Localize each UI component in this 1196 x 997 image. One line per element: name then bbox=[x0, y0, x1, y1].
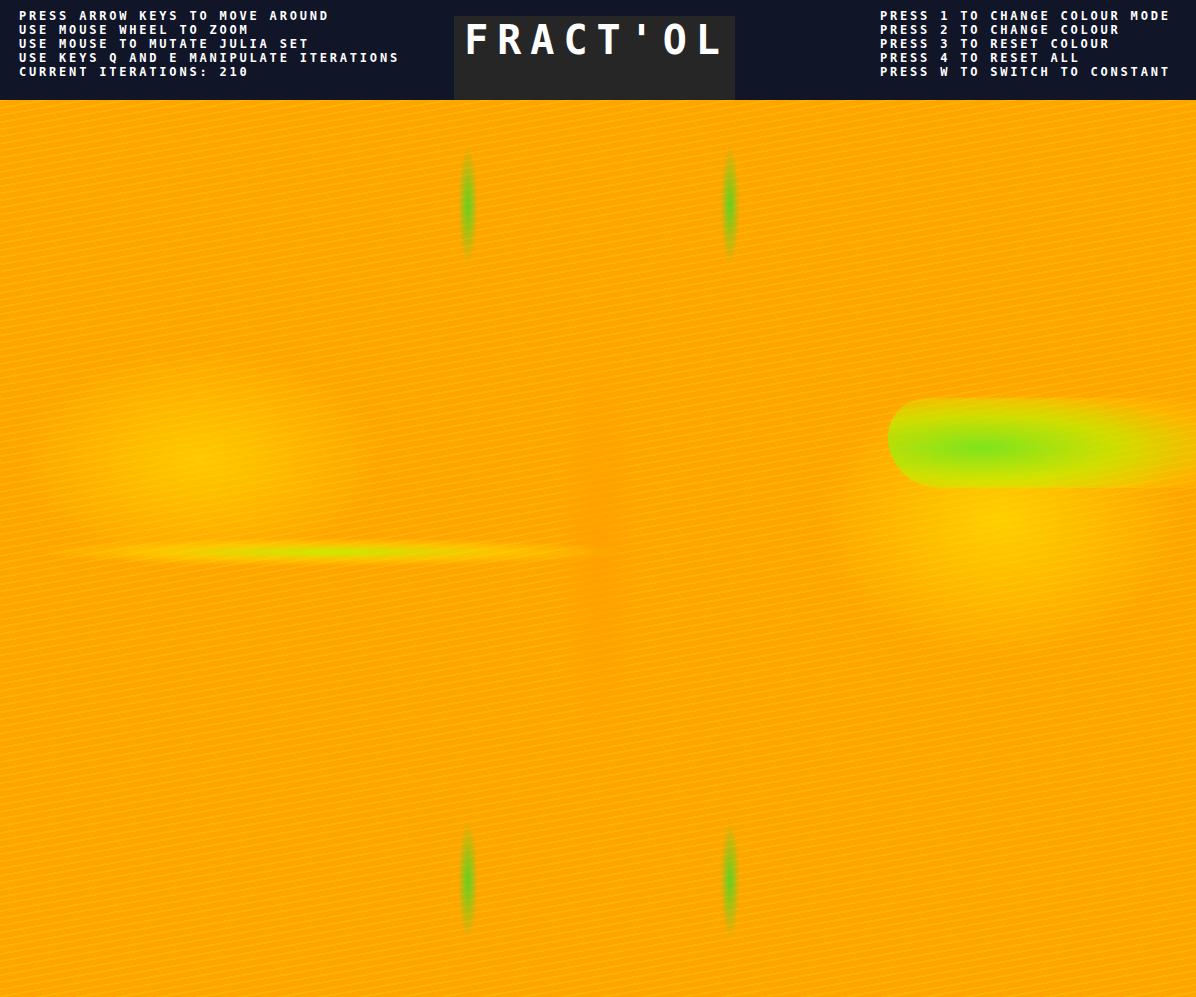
instruction-line: PRESS 3 TO RESET COLOUR bbox=[880, 37, 1170, 51]
logo-area: FRACT'OL bbox=[454, 9, 735, 100]
instruction-line: PRESS 2 TO CHANGE COLOUR bbox=[880, 23, 1170, 37]
instruction-line: PRESS 4 TO RESET ALL bbox=[880, 51, 1170, 65]
logo: FRACT'OL bbox=[454, 16, 735, 100]
header-bar: PRESS ARROW KEYS TO MOVE AROUNDUSE MOUSE… bbox=[0, 0, 1196, 100]
instruction-line: PRESS ARROW KEYS TO MOVE AROUND bbox=[19, 9, 454, 23]
instruction-line: PRESS 1 TO CHANGE COLOUR MODE bbox=[880, 9, 1170, 23]
instructions-right: PRESS 1 TO CHANGE COLOUR MODEPRESS 2 TO … bbox=[735, 9, 1170, 100]
instructions-left: PRESS ARROW KEYS TO MOVE AROUNDUSE MOUSE… bbox=[19, 9, 454, 100]
fractal-swirl bbox=[888, 398, 1196, 488]
fractal-canvas[interactable] bbox=[0, 100, 1196, 997]
instruction-line: USE MOUSE TO MUTATE JULIA SET bbox=[19, 37, 454, 51]
instruction-line: CURRENT ITERATIONS: 210 bbox=[19, 65, 454, 79]
instruction-line: PRESS W TO SWITCH TO CONSTANT bbox=[880, 65, 1170, 79]
instruction-line: USE KEYS Q AND E MANIPULATE ITERATIONS bbox=[19, 51, 454, 65]
instruction-line: USE MOUSE WHEEL TO ZOOM bbox=[19, 23, 454, 37]
fractol-window: PRESS ARROW KEYS TO MOVE AROUNDUSE MOUSE… bbox=[0, 0, 1196, 997]
